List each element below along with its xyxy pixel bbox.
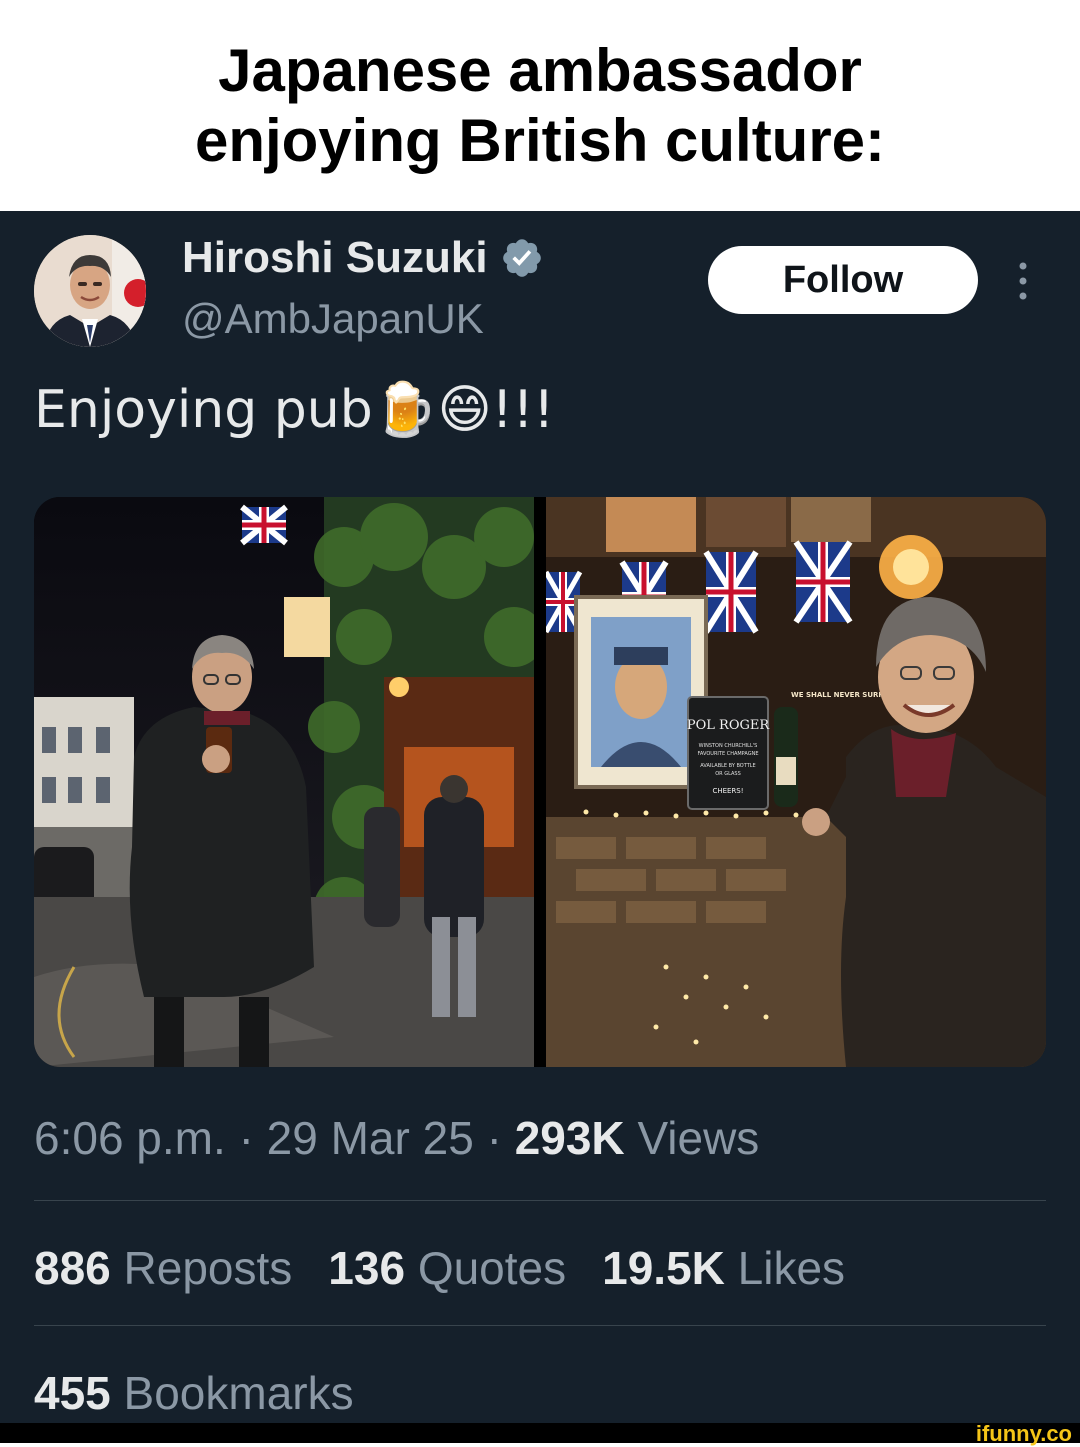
verified-badge-icon [502, 239, 541, 277]
engagement-stats: 886 Reposts 136 Quotes 19.5K Likes [34, 1241, 845, 1295]
author-name[interactable]: Hiroshi Suzuki [182, 233, 488, 283]
avatar[interactable] [34, 235, 146, 347]
caption-line-2: enjoying British culture: [194, 106, 886, 174]
bookmarks-count: 455 [34, 1367, 111, 1419]
sign-line-1: WINSTON CHURCHILL'S [699, 743, 758, 749]
caption-line-1: Japanese ambassador [218, 36, 862, 104]
meta-separator-1: · [238, 1112, 267, 1164]
views-count: 293K [514, 1112, 625, 1164]
bookmarks-label: Bookmarks [123, 1367, 354, 1419]
follow-button[interactable]: Follow [708, 246, 978, 314]
sign-line-5: CHEERS! [712, 787, 743, 795]
tweet-card: Hiroshi Suzuki @AmbJapanUK Follow Enjoyi… [0, 211, 1080, 1423]
reposts-count: 886 [34, 1242, 111, 1294]
likes-stat[interactable]: 19.5K Likes [602, 1241, 845, 1295]
tweet-time[interactable]: 6:06 p.m. [34, 1112, 226, 1164]
quotes-label: Quotes [417, 1242, 567, 1294]
tweet-date[interactable]: 29 Mar 25 [267, 1112, 474, 1164]
union-jack-flag [240, 504, 288, 546]
champagne-sign: POL ROGER WINSTON CHURCHILL'S FAVOURITE … [687, 696, 770, 810]
photo-pub-exterior[interactable] [34, 497, 534, 1067]
footer-bar: ifunny.co [0, 1421, 1080, 1446]
divider [34, 1325, 1046, 1326]
photo-pub-interior[interactable]: POL ROGER WINSTON CHURCHILL'S FAVOURITE … [546, 497, 1046, 1067]
reposts-label: Reposts [123, 1242, 293, 1294]
bookmarks-stat[interactable]: 455 Bookmarks [34, 1366, 354, 1420]
sign-line-3: AVAILABLE BY BOTTLE [700, 763, 755, 769]
author-row: Hiroshi Suzuki [182, 233, 544, 283]
views-label: Views [637, 1112, 760, 1164]
reposts-stat[interactable]: 886 Reposts [34, 1241, 292, 1295]
tweet-media: POL ROGER WINSTON CHURCHILL'S FAVOURITE … [34, 497, 1046, 1067]
more-vertical-icon[interactable] [1010, 259, 1036, 303]
likes-count: 19.5K [602, 1242, 725, 1294]
meme-caption: Japanese ambassador enjoying British cul… [0, 0, 1080, 211]
tweet-text: Enjoying pub🍺😄!!! [34, 380, 555, 440]
author-handle[interactable]: @AmbJapanUK [182, 295, 484, 343]
sign-line-2: FAVOURITE CHAMPAGNE [698, 751, 759, 757]
quotes-count: 136 [328, 1242, 406, 1294]
likes-label: Likes [737, 1242, 846, 1294]
divider [34, 1200, 1046, 1201]
ifunny-watermark: ifunny.co [975, 1421, 1072, 1446]
meta-separator-2: · [486, 1112, 515, 1164]
quotes-stat[interactable]: 136 Quotes [328, 1241, 566, 1295]
tweet-meta: 6:06 p.m. · 29 Mar 25 · 293K Views [34, 1111, 759, 1165]
sign-line-4: OR GLASS [715, 771, 741, 777]
sign-brand: POL ROGER [687, 718, 770, 733]
